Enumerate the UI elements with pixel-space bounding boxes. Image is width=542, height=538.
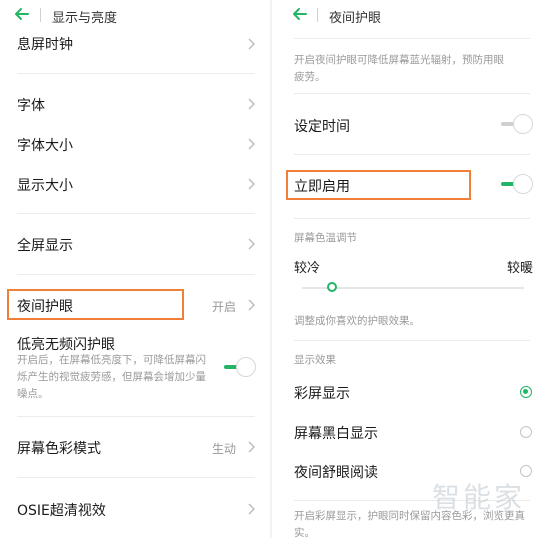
enable-now-toggle[interactable] (501, 173, 535, 195)
divider (294, 93, 530, 94)
dc-dimming-toggle[interactable] (224, 356, 258, 378)
divider (294, 340, 530, 341)
chevron-right-icon (248, 441, 256, 453)
title-separator (317, 8, 318, 22)
setting-label: OSIE超清视效 (17, 503, 106, 519)
chevron-right-icon (248, 503, 256, 515)
setting-description: 开启后，在屏幕低亮度下，可降低屏幕闪烁产生的视觉疲劳感，但屏幕会增加少量噪点。 (17, 354, 206, 400)
option-label: 屏幕黑白显示 (294, 426, 378, 442)
back-arrow-icon[interactable] (12, 4, 32, 24)
chevron-right-icon (248, 178, 256, 190)
option-label: 夜间舒眼阅读 (294, 465, 378, 481)
setting-item-aod-clock[interactable]: 息屏时钟 (0, 30, 270, 74)
divider (294, 38, 530, 39)
display-option-monochrome[interactable]: 屏幕黑白显示 (272, 416, 542, 446)
temperature-hint: 调整成你喜欢的护眼效果。 (294, 315, 420, 327)
setting-label: 屏幕色彩模式 (17, 441, 101, 457)
setting-label: 设定时间 (294, 119, 350, 135)
divider (17, 477, 255, 478)
divider (17, 416, 255, 417)
setting-item-font[interactable]: 字体 (0, 86, 270, 120)
toggle-knob (513, 114, 533, 134)
option-radio[interactable] (520, 386, 532, 398)
toggle-knob (513, 174, 533, 194)
setting-item-night-eye-care[interactable]: 夜间护眼 开启 (0, 288, 270, 322)
setting-item-osie-vision-effect[interactable]: OSIE超清视效 (0, 492, 270, 526)
divider (17, 274, 255, 275)
option-label: 彩屏显示 (294, 386, 350, 402)
setting-label: 全屏显示 (17, 238, 73, 254)
slider-thumb[interactable] (327, 282, 337, 292)
setting-label: 低亮无频闪护眼 (17, 337, 115, 353)
chevron-right-icon (248, 299, 256, 311)
setting-value: 开启 (212, 300, 237, 314)
setting-item-screen-color-mode[interactable]: 屏幕色彩模式 生动 (0, 430, 270, 464)
setting-item-full-screen[interactable]: 全屏显示 (0, 226, 270, 260)
setting-label: 字体 (17, 98, 45, 114)
schedule-toggle[interactable] (501, 113, 535, 135)
setting-item-schedule: 设定时间 (272, 108, 542, 142)
chevron-right-icon (248, 138, 256, 150)
night-eye-care-screen: 夜间护眼 开启夜间护眼可降低屏幕蓝光辐射，预防用眼疲劳。 设定时间 立即启用 屏… (272, 0, 542, 538)
display-option-color[interactable]: 彩屏显示 (272, 376, 542, 406)
page-title: 显示与亮度 (52, 11, 118, 26)
display-brightness-screen: 显示与亮度 息屏时钟 字体 字体大小 显示大小 全屏显示 夜间护眼 开启 低亮无… (0, 0, 270, 538)
setting-label: 显示大小 (17, 178, 73, 194)
setting-item-display-size[interactable]: 显示大小 (0, 166, 270, 200)
top-bar: 显示与亮度 (0, 0, 270, 30)
top-bar: 夜间护眼 (272, 0, 542, 30)
title-separator (40, 8, 41, 22)
option-radio[interactable] (520, 426, 532, 438)
section-title: 屏幕色温调节 (294, 232, 357, 244)
watermark-logo: 智能家 (432, 481, 526, 514)
page-title: 夜间护眼 (329, 11, 382, 26)
chevron-right-icon (248, 238, 256, 250)
toggle-knob (236, 357, 256, 377)
warm-label: 较暖 (507, 261, 534, 276)
divider (294, 218, 530, 219)
back-arrow-icon[interactable] (290, 4, 310, 24)
setting-value: 生动 (212, 442, 237, 456)
divider (17, 73, 255, 74)
setting-item-font-size[interactable]: 字体大小 (0, 126, 270, 160)
setting-label: 字体大小 (17, 138, 73, 154)
divider (17, 213, 255, 214)
section-title: 显示效果 (294, 354, 336, 366)
setting-label: 息屏时钟 (17, 37, 73, 53)
cool-label: 较冷 (294, 261, 321, 276)
setting-item-enable-now: 立即启用 (272, 168, 542, 202)
color-temperature-slider[interactable] (302, 280, 524, 296)
setting-label: 立即启用 (294, 179, 350, 195)
night-eye-care-intro: 开启夜间护眼可降低屏幕蓝光辐射，预防用眼疲劳。 (294, 54, 504, 83)
setting-item-low-brightness-dc-dimming: 低亮无频闪护眼 开启后，在屏幕低亮度下，可降低屏幕闪烁产生的视觉疲劳感，但屏幕会… (0, 330, 270, 400)
chevron-right-icon (248, 38, 256, 50)
divider (294, 154, 530, 155)
chevron-right-icon (248, 98, 256, 110)
setting-label: 夜间护眼 (17, 299, 73, 315)
